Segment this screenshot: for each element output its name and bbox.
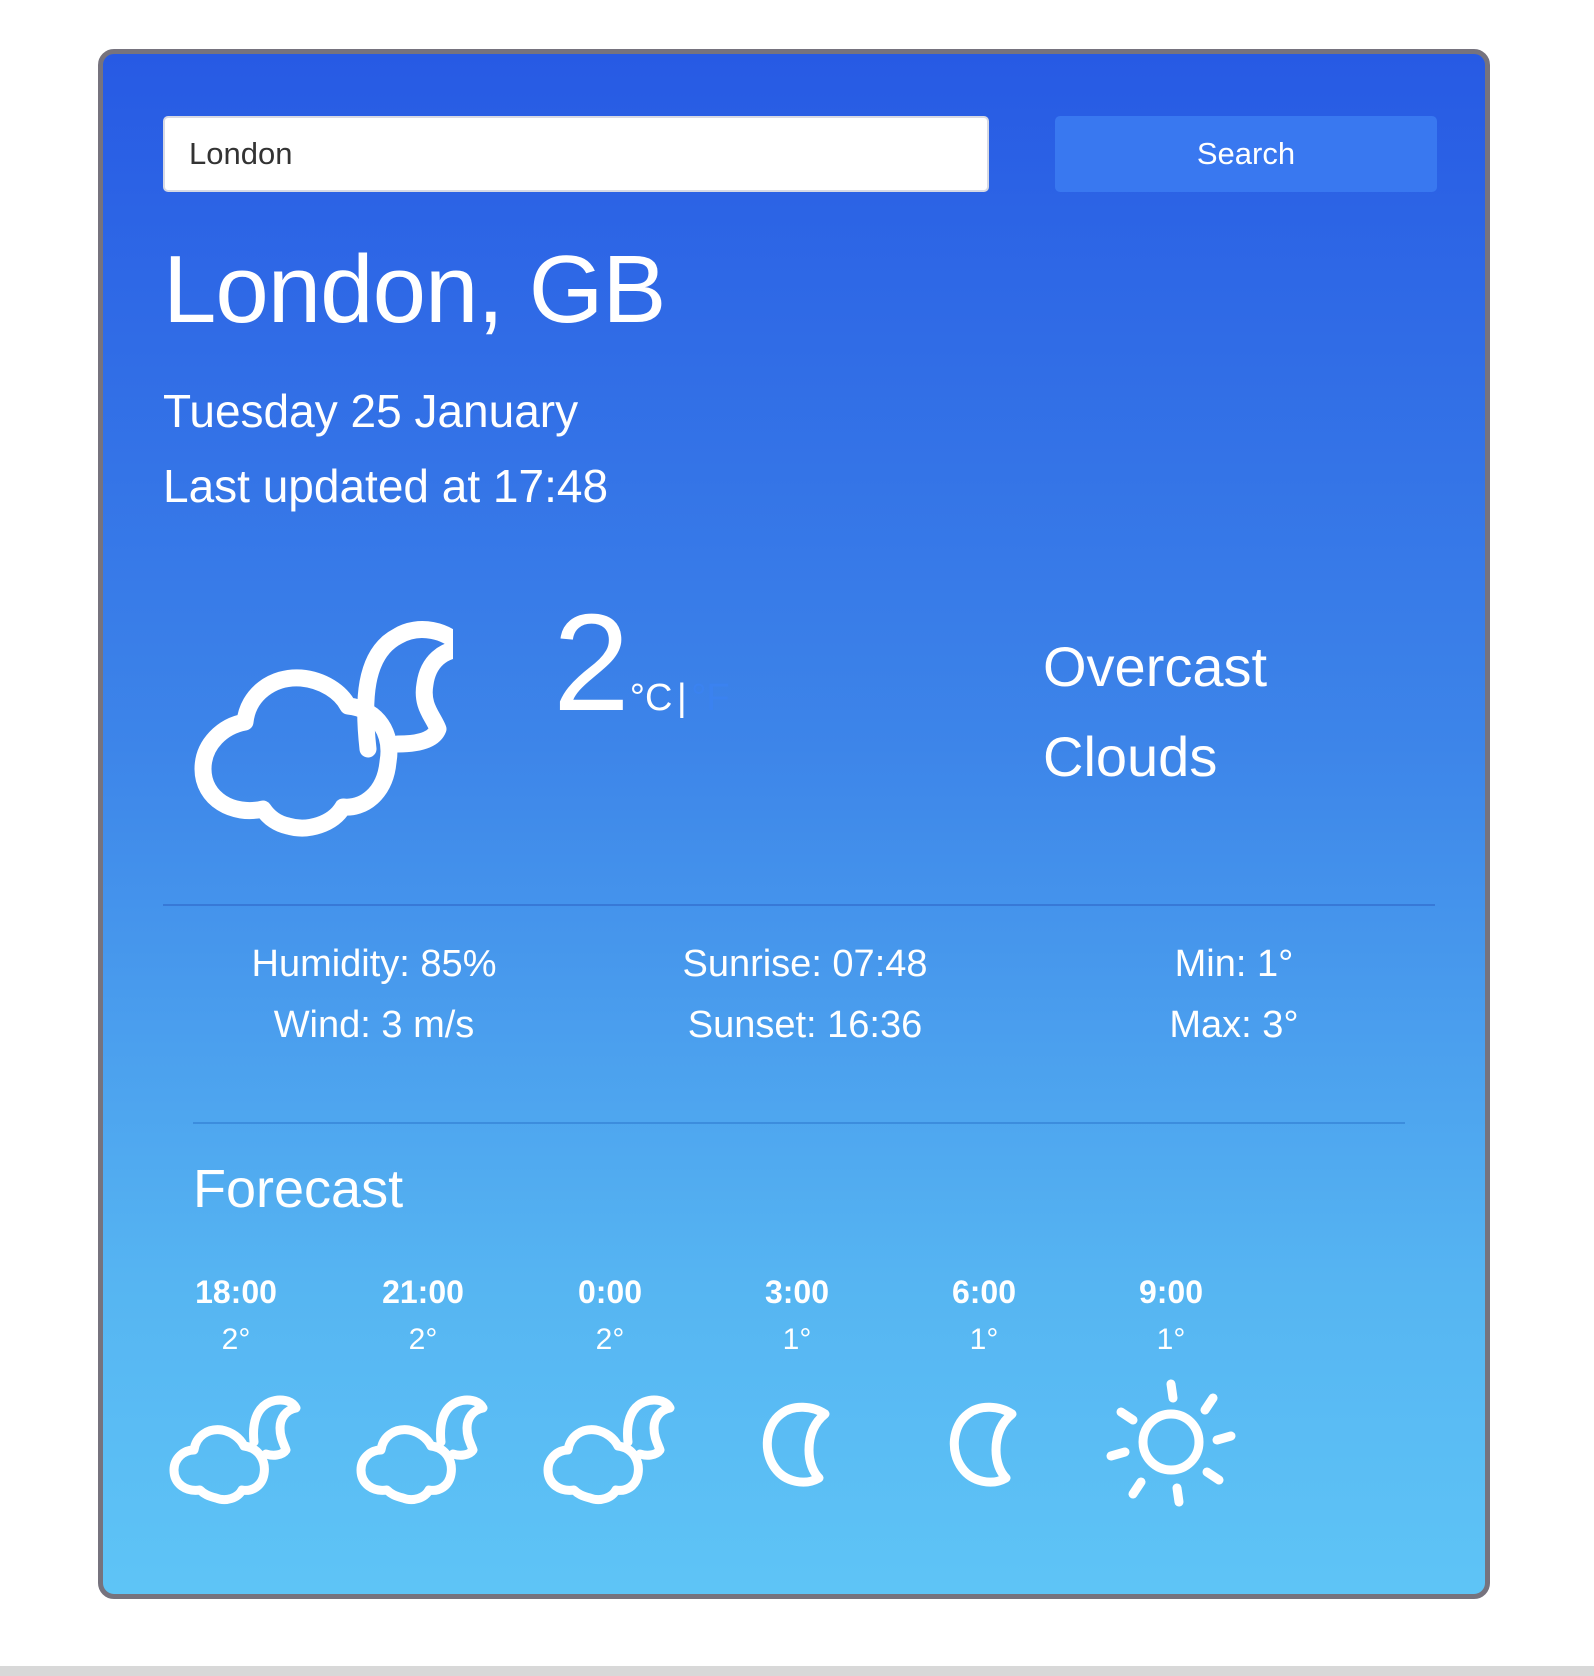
cloud-moon-icon bbox=[543, 1395, 675, 1505]
unit-separator: | bbox=[676, 677, 687, 719]
unit-celsius: °C bbox=[629, 677, 673, 719]
forecast-item: 0:00 2° bbox=[530, 1272, 690, 1512]
forecast-temperature: 1° bbox=[1156, 1323, 1186, 1356]
search-input[interactable] bbox=[163, 116, 989, 192]
cloud-moon-icon bbox=[194, 621, 453, 837]
forecast-temperature: 2° bbox=[595, 1323, 625, 1356]
forecast-temperature: 1° bbox=[969, 1323, 999, 1356]
city-title: London, GB bbox=[163, 236, 666, 343]
forecast-item: 21:00 2° bbox=[343, 1272, 503, 1512]
forecast-time: 0:00 bbox=[577, 1274, 643, 1310]
sunset: Sunset: 16:36 bbox=[687, 1004, 923, 1046]
unit-fahrenheit-link[interactable]: °F bbox=[691, 677, 729, 719]
forecast-time: 9:00 bbox=[1138, 1274, 1204, 1310]
forecast-time: 6:00 bbox=[951, 1274, 1017, 1310]
weather-stats: Humidity: 85% Wind: 3 m/s Sunrise: 07:48… bbox=[163, 934, 1435, 1074]
forecast-item: 3:00 1° bbox=[717, 1272, 877, 1512]
forecast-time: 18:00 bbox=[195, 1274, 277, 1310]
sun-icon bbox=[1106, 1379, 1236, 1507]
current-temperature: 2°C | °F bbox=[553, 594, 730, 774]
forecast-item: 18:00 2° bbox=[156, 1272, 316, 1512]
stats-column-minmax: Min: 1° Max: 3° bbox=[1033, 934, 1435, 1056]
forecast-time: 3:00 bbox=[764, 1274, 830, 1310]
stats-column-sun: Sunrise: 07:48 Sunset: 16:36 bbox=[583, 934, 1027, 1056]
weather-card: Search London, GB Tuesday 25 January Las… bbox=[98, 49, 1490, 1599]
weather-description: Overcast Clouds bbox=[1043, 635, 1268, 788]
divider bbox=[163, 904, 1435, 906]
wind: Wind: 3 m/s bbox=[273, 1004, 475, 1046]
search-button[interactable]: Search bbox=[1055, 116, 1437, 192]
divider bbox=[193, 1122, 1405, 1124]
cloud-moon-icon bbox=[169, 1395, 301, 1505]
forecast-temperature: 2° bbox=[408, 1323, 438, 1356]
temperature-value: 2 bbox=[553, 586, 630, 740]
cloud-moon-icon bbox=[356, 1395, 488, 1505]
moon-icon bbox=[949, 1402, 1017, 1487]
moon-icon bbox=[762, 1402, 830, 1487]
forecast-title: Forecast bbox=[193, 1159, 404, 1219]
forecast-time: 21:00 bbox=[382, 1274, 464, 1310]
window-bottom-edge bbox=[0, 1666, 1594, 1676]
forecast-item: 9:00 1° bbox=[1091, 1272, 1251, 1512]
humidity: Humidity: 85% bbox=[251, 943, 497, 985]
stats-column-humidity-wind: Humidity: 85% Wind: 3 m/s bbox=[163, 934, 585, 1056]
max-temperature: Max: 3° bbox=[1169, 1004, 1299, 1046]
sunrise: Sunrise: 07:48 bbox=[682, 943, 928, 985]
forecast-temperature: 1° bbox=[782, 1323, 812, 1356]
last-updated: Last updated at 17:48 bbox=[163, 460, 609, 512]
forecast-item: 6:00 1° bbox=[904, 1272, 1064, 1512]
min-temperature: Min: 1° bbox=[1174, 943, 1294, 985]
current-date: Tuesday 25 January bbox=[163, 385, 579, 437]
forecast-temperature: 2° bbox=[221, 1323, 251, 1356]
